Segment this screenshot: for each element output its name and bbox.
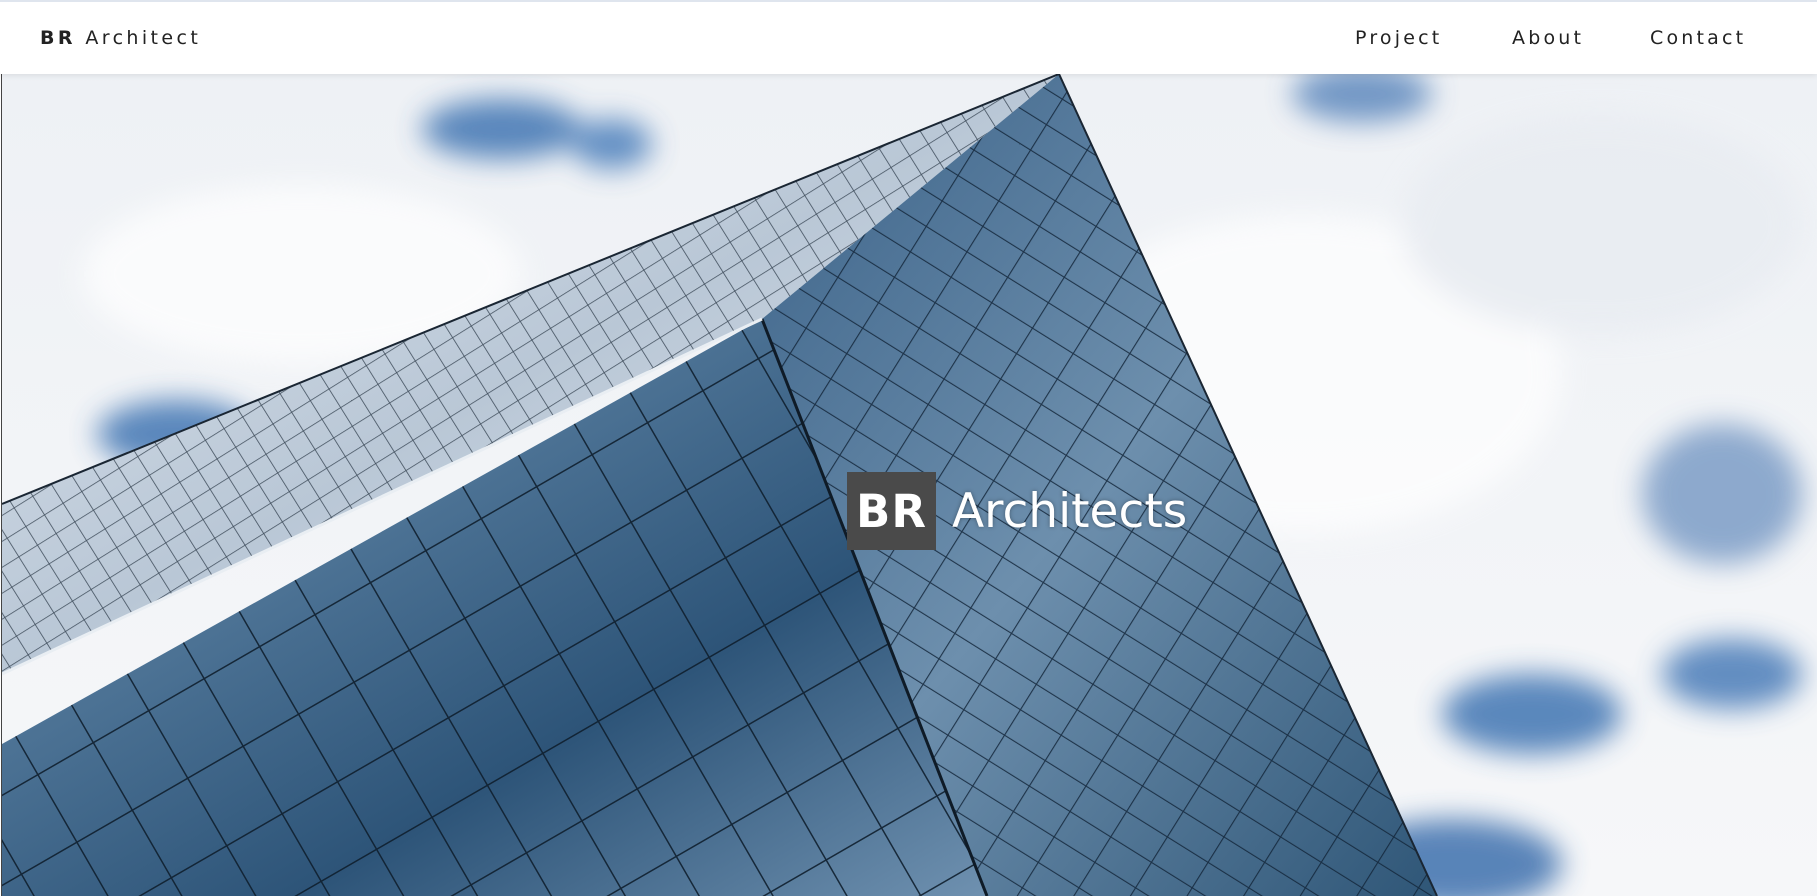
hero-logo-name: Architects — [952, 483, 1188, 539]
brand-logo-link[interactable]: BR Architect — [40, 27, 201, 49]
nav-link-contact[interactable]: Contact — [1650, 27, 1746, 49]
hero-section: BR Architects — [1, 74, 1817, 896]
top-navbar: BR Architect Project About Contact — [0, 0, 1817, 74]
nav-link-about[interactable]: About — [1512, 27, 1584, 49]
brand-bold: BR — [40, 27, 76, 49]
hero-logo: BR Architects — [847, 472, 1187, 550]
brand-name: Architect — [85, 27, 202, 49]
hero-logo-mark: BR — [847, 472, 936, 550]
nav-link-project[interactable]: Project — [1355, 27, 1442, 49]
